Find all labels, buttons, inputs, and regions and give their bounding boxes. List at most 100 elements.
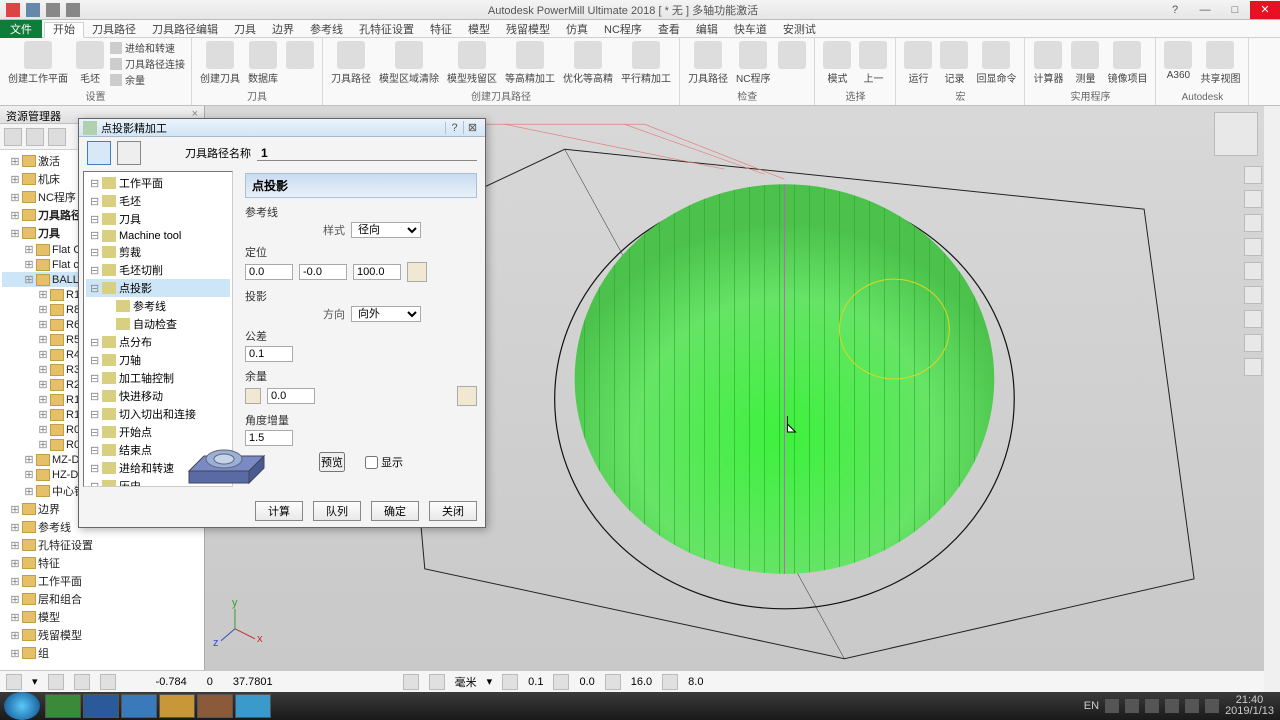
dialog-tree-node[interactable]: ⊟刀具 — [86, 210, 230, 228]
view-tool-2[interactable] — [1244, 190, 1262, 208]
ribbon-mini[interactable]: 进给和转速 — [110, 40, 185, 55]
dialog-tree-node[interactable]: ⊟工作平面 — [86, 174, 230, 192]
ribbon-mini[interactable]: 余量 — [110, 72, 185, 87]
menu-tab-10[interactable]: 仿真 — [558, 23, 596, 37]
loc-y-input[interactable] — [299, 264, 347, 280]
ribbon-毛坯[interactable]: 毛坯 — [74, 40, 106, 86]
view-tool-1[interactable] — [1244, 166, 1262, 184]
tolerance-input[interactable] — [245, 346, 293, 362]
menu-tab-11[interactable]: NC程序 — [596, 23, 650, 37]
task-app-5[interactable] — [197, 694, 233, 718]
view-tool-8[interactable] — [1244, 334, 1262, 352]
loc-x-input[interactable] — [245, 264, 293, 280]
tree-node[interactable]: ⊞特征 — [2, 554, 202, 572]
qat-undo-icon[interactable] — [46, 3, 60, 17]
ribbon-回显命令[interactable]: 回显命令 — [974, 40, 1018, 86]
tree-node[interactable]: ⊞模型 — [2, 608, 202, 626]
menu-tab-3[interactable]: 刀具 — [226, 23, 264, 37]
minimize-button[interactable]: — — [1190, 1, 1220, 19]
ribbon-运行[interactable]: 运行 — [902, 40, 934, 86]
ribbon-等高精加工[interactable]: 等高精加工 — [503, 40, 557, 86]
help-icon[interactable]: ? — [1160, 1, 1190, 19]
ribbon-镜像项目[interactable]: 镜像项目 — [1105, 40, 1149, 86]
ime-indicator[interactable]: EN — [1084, 700, 1099, 712]
ribbon-创建工作平面[interactable]: 创建工作平面 — [6, 40, 70, 86]
ribbon-优化等高精[interactable]: 优化等高精 — [561, 40, 615, 86]
ribbon-A360[interactable]: A360 — [1162, 40, 1194, 82]
menu-tab-9[interactable]: 残留模型 — [498, 23, 558, 37]
qat-redo-icon[interactable] — [66, 3, 80, 17]
dialog-tree-node[interactable]: ⊟点投影 — [86, 279, 230, 297]
task-app-2[interactable] — [83, 694, 119, 718]
view-tool-6[interactable] — [1244, 286, 1262, 304]
tray-icon-4[interactable] — [1165, 699, 1179, 713]
direction-select[interactable]: 向外 — [351, 306, 421, 322]
menu-tab-13[interactable]: 编辑 — [688, 23, 726, 37]
dialog-help-icon[interactable]: ? — [445, 122, 463, 134]
task-app-3[interactable] — [121, 694, 157, 718]
ribbon-模式[interactable]: 模式 — [821, 40, 853, 86]
menu-tab-14[interactable]: 快车道 — [726, 23, 775, 37]
close-button[interactable]: ✕ — [1250, 1, 1280, 19]
toolpath-name-input[interactable]: 1 — [257, 146, 477, 161]
dialog-close-icon[interactable]: ⊠ — [463, 121, 481, 134]
dialog-tree-node[interactable]: ⊟毛坯切削 — [86, 261, 230, 279]
ribbon-上一[interactable]: 上一 — [857, 40, 889, 86]
status-icon-1[interactable] — [6, 674, 22, 690]
unit-icon[interactable] — [403, 674, 419, 690]
status-icon-2[interactable] — [48, 674, 64, 690]
ok-button[interactable]: 确定 — [371, 501, 419, 521]
view-tool-3[interactable] — [1244, 214, 1262, 232]
explorer-tool-3[interactable] — [48, 128, 66, 146]
menu-tab-6[interactable]: 孔特征设置 — [351, 23, 422, 37]
view-tool-5[interactable] — [1244, 262, 1262, 280]
dialog-tree-node[interactable]: 自动检查 — [86, 315, 230, 333]
dialog-tree-node[interactable]: ⊟加工轴控制 — [86, 369, 230, 387]
loc-pick-icon[interactable] — [407, 262, 427, 282]
explorer-tool-2[interactable] — [26, 128, 44, 146]
ribbon-btn[interactable] — [776, 40, 808, 71]
allowance-icon[interactable] — [245, 388, 261, 404]
unit-icon-2[interactable] — [429, 674, 445, 690]
style-select[interactable]: 径向 — [351, 222, 421, 238]
tree-node[interactable]: ⊞层和组合 — [2, 590, 202, 608]
tray-icon-3[interactable] — [1145, 699, 1159, 713]
ribbon-创建刀具[interactable]: 创建刀具 — [198, 40, 242, 86]
ribbon-模型残留区[interactable]: 模型残留区 — [445, 40, 499, 86]
ribbon-刀具路径[interactable]: 刀具路径 — [686, 40, 730, 86]
tray-icon-1[interactable] — [1105, 699, 1119, 713]
task-app-4[interactable] — [159, 694, 195, 718]
ribbon-计算器[interactable]: 计算器 — [1031, 40, 1065, 86]
view-tool-9[interactable] — [1244, 358, 1262, 376]
view-tool-7[interactable] — [1244, 310, 1262, 328]
ribbon-btn[interactable] — [284, 40, 316, 71]
preview-button[interactable]: 预览 — [319, 452, 345, 472]
ribbon-共享视图[interactable]: 共享视图 — [1198, 40, 1242, 86]
menu-tab-1[interactable]: 刀具路径 — [84, 23, 144, 37]
ribbon-记录[interactable]: 记录 — [938, 40, 970, 86]
dialog-tree-node[interactable]: ⊟点分布 — [86, 333, 230, 351]
dialog-tree-node[interactable]: ⊟刀轴 — [86, 351, 230, 369]
tray-icon-6[interactable] — [1205, 699, 1219, 713]
menu-tab-12[interactable]: 查看 — [650, 23, 688, 37]
dialog-tree-node[interactable]: 参考线 — [86, 297, 230, 315]
loc-z-input[interactable] — [353, 264, 401, 280]
task-app-1[interactable] — [45, 694, 81, 718]
maximize-button[interactable]: □ — [1220, 1, 1250, 19]
menu-tab-0[interactable]: 开始 — [44, 22, 84, 38]
ribbon-平行精加工[interactable]: 平行精加工 — [619, 40, 673, 86]
menu-tab-15[interactable]: 安测试 — [775, 23, 824, 37]
view-tool-4[interactable] — [1244, 238, 1262, 256]
ribbon-NC程序[interactable]: NC程序 — [734, 40, 772, 86]
dialog-tab-2[interactable] — [117, 141, 141, 165]
allowance-extra-icon[interactable] — [457, 386, 477, 406]
queue-button[interactable]: 队列 — [313, 501, 361, 521]
ribbon-mini[interactable]: 刀具路径连接 — [110, 56, 185, 71]
file-menu[interactable]: 文件 — [0, 20, 42, 38]
menu-tab-8[interactable]: 模型 — [460, 23, 498, 37]
start-button[interactable] — [4, 692, 40, 720]
show-checkbox[interactable] — [365, 456, 378, 469]
status-icon-4[interactable] — [100, 674, 116, 690]
tree-node[interactable]: ⊞残留模型 — [2, 626, 202, 644]
tree-node[interactable]: ⊞工作平面 — [2, 572, 202, 590]
